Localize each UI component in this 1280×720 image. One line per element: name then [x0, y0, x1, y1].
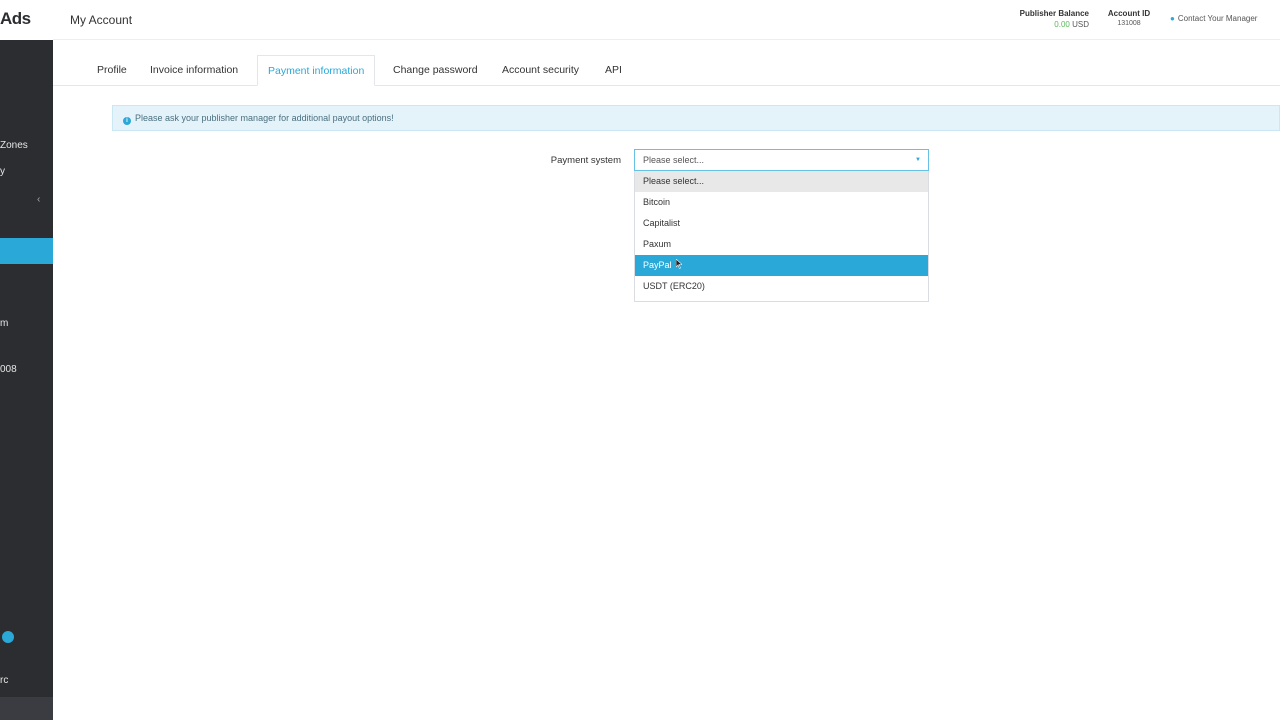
page-title: My Account [70, 13, 133, 27]
account-id: Account ID 131008 [1105, 9, 1153, 27]
sidebar-account-id: 008 [0, 364, 17, 375]
account-id-label: Account ID [1107, 9, 1151, 18]
tab-account-security[interactable]: Account security [492, 55, 589, 86]
logo[interactable]: Ads [0, 0, 53, 40]
telegram-icon[interactable] [2, 631, 14, 643]
info-icon: i [123, 117, 131, 125]
select-value: Please select... [643, 155, 705, 165]
sidebar-item-zones[interactable]: Zones [0, 140, 28, 151]
account-tabs: Profile Invoice information Payment info… [53, 55, 1280, 86]
sidebar-item-active[interactable] [0, 238, 53, 264]
option-usdt-erc20[interactable]: USDT (ERC20) [635, 276, 928, 297]
publisher-balance-currency: USD [1072, 20, 1089, 29]
logo-text: Ads [0, 9, 31, 28]
top-bar: My Account Publisher Balance 0.00 USD Ac… [53, 0, 1280, 40]
payment-system-label: Payment system [550, 155, 621, 166]
contact-manager-label: Contact Your Manager [1177, 14, 1258, 23]
info-alert: i Please ask your publisher manager for a… [112, 105, 1280, 131]
option-please-select[interactable]: Please select... [635, 171, 928, 192]
chat-icon: ● [1170, 14, 1175, 23]
tab-change-password[interactable]: Change password [383, 55, 488, 86]
tab-invoice-information[interactable]: Invoice information [140, 55, 248, 86]
sidebar-item-2[interactable]: y [0, 166, 5, 177]
option-capitalist[interactable]: Capitalist [635, 213, 928, 234]
contact-manager-link[interactable]: ● Contact Your Manager [1170, 14, 1257, 23]
sidebar-item-3[interactable]: m [0, 318, 8, 329]
mouse-cursor-icon [676, 259, 682, 269]
publisher-balance-label: Publisher Balance [1019, 9, 1089, 18]
payment-system-select[interactable]: Please select... ▼ [634, 149, 929, 171]
option-paxum[interactable]: Paxum [635, 234, 928, 255]
sidebar: Ads Zones y ‹ m 008 rc [0, 0, 53, 720]
option-bitcoin[interactable]: Bitcoin [635, 192, 928, 213]
tab-payment-information[interactable]: Payment information [257, 55, 376, 86]
collapse-sidebar-icon[interactable]: ‹ [37, 194, 40, 205]
publisher-balance-value: 0.00 [1054, 20, 1070, 29]
publisher-balance: Publisher Balance 0.00 USD [1005, 9, 1089, 29]
tab-profile[interactable]: Profile [87, 55, 137, 86]
sidebar-footer [0, 697, 53, 720]
payment-system-dropdown: Please select... Bitcoin Capitalist Paxu… [634, 171, 929, 302]
tab-api[interactable]: API [595, 55, 632, 86]
account-id-value: 131008 [1117, 20, 1141, 27]
sidebar-item-4[interactable]: rc [0, 675, 8, 686]
chevron-down-icon: ▼ [915, 157, 921, 163]
alert-text: Please ask your publisher manager for ad… [135, 113, 394, 123]
